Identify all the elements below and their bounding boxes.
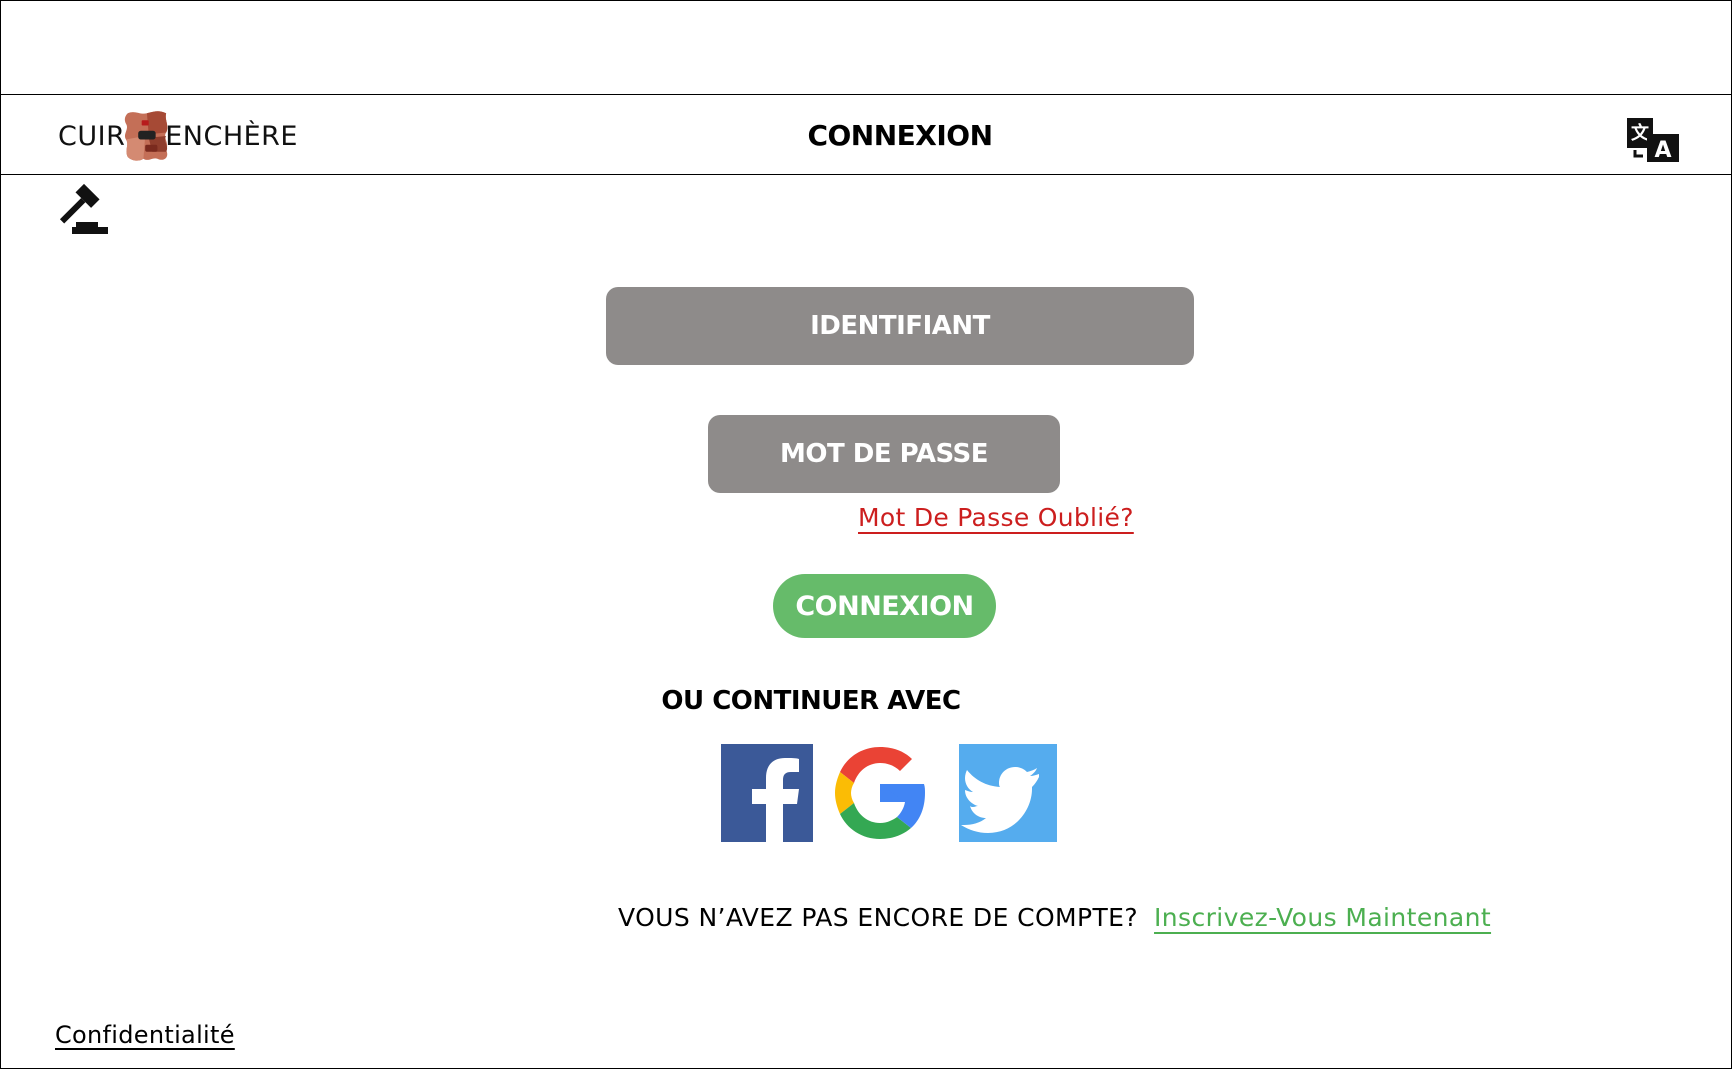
social-heading-wrap: OU CONTINUER AVEC [0, 686, 1732, 716]
username-placeholder: IDENTIFIANT [810, 311, 990, 341]
logo-text-left: CUIR [58, 120, 126, 152]
twitter-icon[interactable] [959, 744, 1057, 842]
signup-prompt: VOUS N’AVEZ PAS ENCORE DE COMPTE? [618, 903, 1139, 932]
logo-text-right: ENCHÈRE [165, 120, 298, 152]
gavel-icon[interactable] [58, 180, 114, 234]
google-icon[interactable] [831, 744, 929, 842]
login-button-label: CONNEXION [795, 590, 974, 622]
signup-row: VOUS N’AVEZ PAS ENCORE DE COMPTE? Inscri… [618, 903, 1491, 932]
password-field[interactable]: MOT DE PASSE [708, 415, 1060, 493]
svg-text:A: A [1654, 138, 1671, 162]
page-title: CONNEXION [807, 119, 993, 152]
login-button[interactable]: CONNEXION [773, 574, 996, 638]
forgot-password-link[interactable]: Mot De Passe Oublié? [858, 503, 1134, 532]
signup-link[interactable]: Inscrivez-Vous Maintenant [1154, 903, 1491, 932]
username-field[interactable]: IDENTIFIANT [606, 287, 1194, 365]
social-heading: OU CONTINUER AVEC [661, 686, 961, 716]
password-placeholder: MOT DE PASSE [780, 439, 989, 469]
facebook-icon[interactable] [721, 744, 813, 842]
top-bar: CUIR ENCHÈRE CONNEXION 文 A [0, 94, 1732, 175]
logo[interactable]: CUIR ENCHÈRE [58, 103, 298, 169]
privacy-link[interactable]: Confidentialité [55, 1021, 235, 1049]
translate-icon[interactable]: 文 A [1627, 118, 1679, 162]
